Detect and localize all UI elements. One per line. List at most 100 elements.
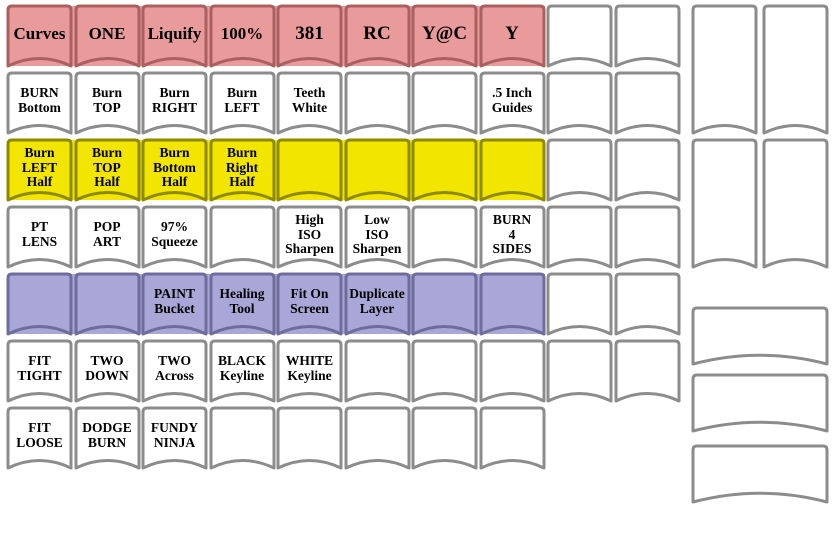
tag-r6-c6[interactable]	[344, 339, 410, 403]
tag-r3-c7[interactable]	[411, 138, 478, 202]
tag-r5-c4[interactable]: Healing Tool	[209, 272, 275, 336]
tag-r4-c5[interactable]: High ISO Sharpen	[276, 205, 343, 269]
tag-r1-c2[interactable]: ONE	[74, 4, 140, 68]
tag-r7-c1[interactable]: FIT LOOSE	[6, 406, 73, 470]
wide-tag-3[interactable]	[691, 444, 829, 504]
tag-outline-icon	[344, 406, 410, 470]
wide-tag-1[interactable]	[691, 306, 829, 366]
tag-r5-c6[interactable]: Duplicate Layer	[344, 272, 410, 336]
tag-r3-c5[interactable]	[276, 138, 343, 202]
tag-r3-c4[interactable]: Burn Right Half	[209, 138, 275, 202]
tag-r2-c9[interactable]	[546, 71, 613, 135]
tag-r7-c5[interactable]	[276, 406, 343, 470]
tag-r1-c1[interactable]: Curves	[6, 4, 73, 68]
tag-outline-icon	[209, 4, 275, 68]
tall-tag-4[interactable]	[762, 138, 829, 269]
tag-r1-c9[interactable]	[546, 4, 613, 68]
tag-r6-c4[interactable]: BLACK Keyline	[209, 339, 275, 403]
tag-outline-icon	[276, 138, 343, 202]
tag-outline-icon	[276, 4, 343, 68]
tag-outline-icon	[276, 272, 343, 336]
tag-outline-icon	[546, 205, 613, 269]
tag-r5-c1[interactable]	[6, 272, 73, 336]
tag-r7-c7[interactable]	[411, 406, 478, 470]
tag-r1-c10[interactable]	[614, 4, 680, 68]
tag-r2-c3[interactable]: Burn RIGHT	[141, 71, 208, 135]
tag-r6-c5[interactable]: WHITE Keyline	[276, 339, 343, 403]
tall-tag-3[interactable]	[691, 138, 758, 269]
tag-outline-icon	[762, 4, 829, 135]
tag-r7-c3[interactable]: FUNDY NINJA	[141, 406, 208, 470]
tag-outline-icon	[6, 272, 73, 336]
tag-r3-c2[interactable]: Burn TOP Half	[74, 138, 140, 202]
tag-r6-c9[interactable]	[546, 339, 613, 403]
tag-outline-icon	[691, 4, 758, 135]
tag-outline-icon	[74, 406, 140, 470]
tag-outline-icon	[209, 71, 275, 135]
tag-r3-c3[interactable]: Burn Bottom Half	[141, 138, 208, 202]
tag-r6-c8[interactable]	[479, 339, 545, 403]
tag-outline-icon	[411, 71, 478, 135]
tag-r2-c1[interactable]: BURN Bottom	[6, 71, 73, 135]
tag-r2-c7[interactable]	[411, 71, 478, 135]
tag-r5-c7[interactable]	[411, 272, 478, 336]
tag-outline-icon	[546, 71, 613, 135]
tag-r5-c2[interactable]	[74, 272, 140, 336]
tag-outline-icon	[411, 205, 478, 269]
tag-r2-c5[interactable]: Teeth White	[276, 71, 343, 135]
tag-r2-c2[interactable]: Burn TOP	[74, 71, 140, 135]
tag-outline-icon	[141, 4, 208, 68]
tag-r4-c8[interactable]: BURN 4 SIDES	[479, 205, 545, 269]
tall-tag-1[interactable]	[691, 4, 758, 135]
tag-r3-c1[interactable]: Burn LEFT Half	[6, 138, 73, 202]
tag-r4-c9[interactable]	[546, 205, 613, 269]
tag-outline-icon	[691, 306, 829, 366]
wide-tag-2[interactable]	[691, 373, 829, 433]
tag-r6-c3[interactable]: TWO Across	[141, 339, 208, 403]
tag-r5-c10[interactable]	[614, 272, 680, 336]
tag-r1-c5[interactable]: 381	[276, 4, 343, 68]
tag-outline-icon	[614, 205, 680, 269]
tag-r1-c4[interactable]: 100%	[209, 4, 275, 68]
tag-outline-icon	[546, 138, 613, 202]
tag-r5-c9[interactable]	[546, 272, 613, 336]
tall-tag-2[interactable]	[762, 4, 829, 135]
tag-outline-icon	[344, 71, 410, 135]
tag-r4-c6[interactable]: Low ISO Sharpen	[344, 205, 410, 269]
tag-outline-icon	[209, 272, 275, 336]
tag-r3-c9[interactable]	[546, 138, 613, 202]
tag-r2-c6[interactable]	[344, 71, 410, 135]
tag-outline-icon	[546, 339, 613, 403]
tag-r3-c10[interactable]	[614, 138, 680, 202]
tag-r1-c6[interactable]: RC	[344, 4, 410, 68]
tag-r4-c3[interactable]: 97% Squeeze	[141, 205, 208, 269]
tag-outline-icon	[614, 339, 680, 403]
tag-r5-c8[interactable]	[479, 272, 545, 336]
tag-r4-c1[interactable]: PT LENS	[6, 205, 73, 269]
tag-r5-c3[interactable]: PAINT Bucket	[141, 272, 208, 336]
tag-r3-c6[interactable]	[344, 138, 410, 202]
tag-r7-c4[interactable]	[209, 406, 275, 470]
tag-outline-icon	[479, 406, 545, 470]
tag-r4-c2[interactable]: POP ART	[74, 205, 140, 269]
tag-r7-c8[interactable]	[479, 406, 545, 470]
tag-r4-c7[interactable]	[411, 205, 478, 269]
tag-r1-c3[interactable]: Liquify	[141, 4, 208, 68]
tag-r6-c1[interactable]: FIT TIGHT	[6, 339, 73, 403]
tag-r5-c5[interactable]: Fit On Screen	[276, 272, 343, 336]
tag-r1-c8[interactable]: Y	[479, 4, 545, 68]
tag-r4-c10[interactable]	[614, 205, 680, 269]
tag-r6-c2[interactable]: TWO DOWN	[74, 339, 140, 403]
tag-r7-c2[interactable]: DODGE BURN	[74, 406, 140, 470]
tag-r4-c4[interactable]	[209, 205, 275, 269]
tag-r2-c4[interactable]: Burn LEFT	[209, 71, 275, 135]
tag-r3-c8[interactable]	[479, 138, 545, 202]
tag-outline-icon	[74, 205, 140, 269]
tag-r6-c7[interactable]	[411, 339, 478, 403]
tag-r7-c6[interactable]	[344, 406, 410, 470]
tag-r2-c8[interactable]: .5 Inch Guides	[479, 71, 545, 135]
tag-r1-c7[interactable]: Y@C	[411, 4, 478, 68]
tag-r6-c10[interactable]	[614, 339, 680, 403]
tag-outline-icon	[141, 339, 208, 403]
tag-r2-c10[interactable]	[614, 71, 680, 135]
